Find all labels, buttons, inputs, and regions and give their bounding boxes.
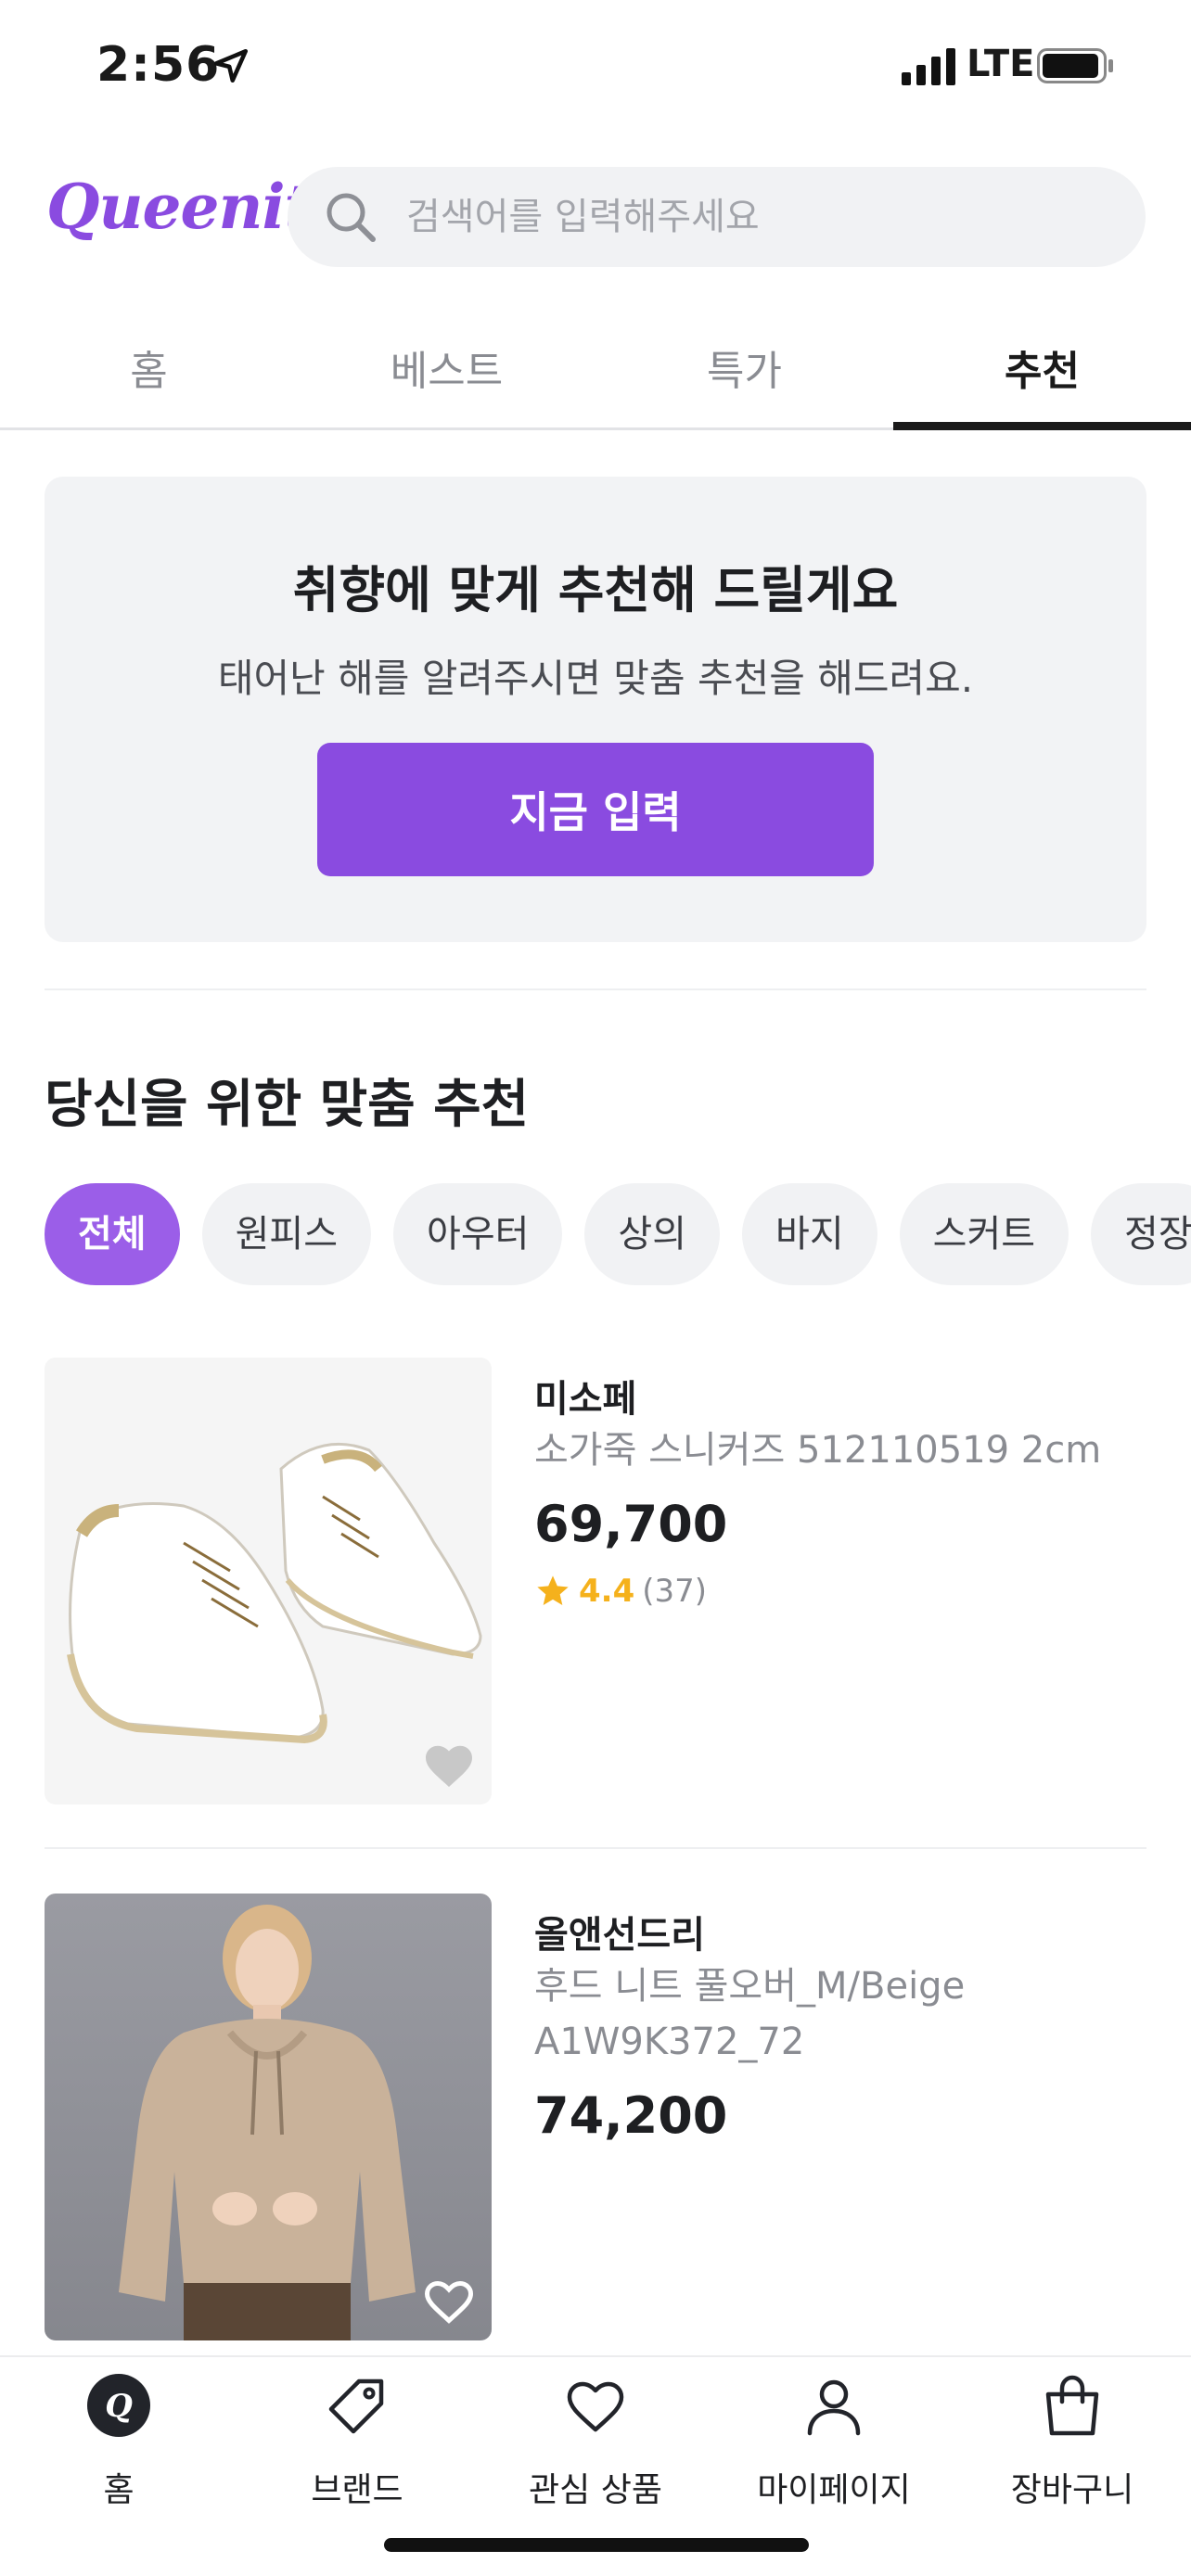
tab-best[interactable]: 베스트	[298, 315, 596, 427]
promo-title: 취향에 맞게 추천해 드릴게요	[292, 561, 899, 619]
nav-label: 브랜드	[311, 2471, 403, 2509]
shopping-bag-icon	[1045, 2375, 1099, 2436]
nav-label: 마이페이지	[757, 2471, 911, 2509]
top-tabs: 홈 베스트 특가 추천	[0, 315, 1191, 430]
nav-cart[interactable]: 장바구니	[954, 2357, 1191, 2515]
product-brand: 미소페	[534, 1378, 637, 1421]
preference-card: 취향에 맞게 추천해 드릴게요 태어난 해를 알려주시면 맞춤 추천을 해드려요…	[45, 477, 1146, 942]
location-arrow-icon	[213, 48, 249, 83]
product-name: 후드 니트 풀오버_M/Beige A1W9K372_72	[534, 1965, 966, 2063]
queenit-logo[interactable]: Queenit	[46, 171, 313, 243]
wishlist-heart-icon[interactable]	[421, 2274, 477, 2326]
sneakers-image[interactable]	[45, 1358, 492, 1804]
divider	[45, 1847, 1146, 1849]
promo-subtitle: 태어난 해를 알려주시면 맞춤 추천을 해드려요.	[217, 656, 974, 701]
chip-suit[interactable]: 정장	[1091, 1183, 1191, 1285]
nav-label: 홈	[103, 2471, 134, 2509]
nav-label: 관심 상품	[529, 2471, 662, 2509]
wishlist-heart-icon[interactable]	[421, 1738, 477, 1790]
product-card[interactable]: 미소페 소가죽 스니커즈 512110519 2cm 69,700 4.4 (3…	[45, 1358, 1146, 1804]
status-bar: 2:56 LTE	[0, 0, 1191, 130]
knit-hoodie-image[interactable]	[45, 1894, 492, 2340]
heart-icon	[567, 2381, 624, 2432]
nav-mypage[interactable]: 마이페이지	[715, 2357, 953, 2515]
chip-all[interactable]: 전체	[45, 1183, 180, 1285]
enter-now-button[interactable]: 지금 입력	[317, 743, 874, 876]
nav-home[interactable]: Q 홈	[0, 2357, 237, 2515]
chip-outer[interactable]: 아우터	[393, 1183, 563, 1285]
signal-icon	[902, 48, 955, 85]
svg-text:Q: Q	[105, 2388, 133, 2425]
person-icon	[807, 2379, 861, 2436]
chip-top[interactable]: 상의	[584, 1183, 721, 1285]
tab-deals[interactable]: 특가	[596, 315, 893, 427]
queenit-home-icon: Q	[87, 2374, 150, 2437]
chip-dress[interactable]: 원피스	[201, 1183, 372, 1285]
review-count: (37)	[642, 1573, 708, 1610]
product-rating: 4.4 (37)	[534, 1573, 707, 1610]
search-bar[interactable]	[288, 167, 1146, 267]
network-label: LTE	[967, 43, 1035, 85]
tag-icon	[328, 2378, 384, 2434]
divider	[45, 988, 1146, 990]
chip-skirt[interactable]: 스커트	[899, 1183, 1069, 1285]
search-input[interactable]	[406, 167, 1111, 267]
product-name: 소가죽 스니커즈 512110519 2cm	[534, 1429, 1102, 1472]
star-icon	[537, 1575, 569, 1605]
nav-label: 장바구니	[1010, 2471, 1134, 2509]
status-time: 2:56	[96, 37, 221, 93]
tab-home[interactable]: 홈	[0, 315, 298, 427]
chip-pants[interactable]: 바지	[742, 1183, 877, 1285]
product-price: 69,700	[534, 1495, 728, 1553]
home-indicator[interactable]	[384, 2538, 809, 2552]
product-card[interactable]: 올앤선드리 후드 니트 풀오버_M/Beige A1W9K372_72 74,2…	[45, 1894, 1146, 2340]
tab-recommend[interactable]: 추천	[893, 315, 1191, 430]
rating-score: 4.4	[579, 1573, 635, 1610]
search-icon	[327, 193, 376, 242]
section-title: 당신을 위한 맞춤 추천	[45, 1075, 530, 1135]
battery-icon	[1037, 48, 1113, 83]
nav-brand[interactable]: 브랜드	[238, 2357, 476, 2515]
category-chips: 전체 원피스 아우터 상의 바지 스커트 정장	[45, 1183, 1191, 1285]
nav-wishlist[interactable]: 관심 상품	[477, 2357, 714, 2515]
product-brand: 올앤선드리	[534, 1914, 705, 1957]
product-price: 74,200	[534, 2086, 728, 2145]
